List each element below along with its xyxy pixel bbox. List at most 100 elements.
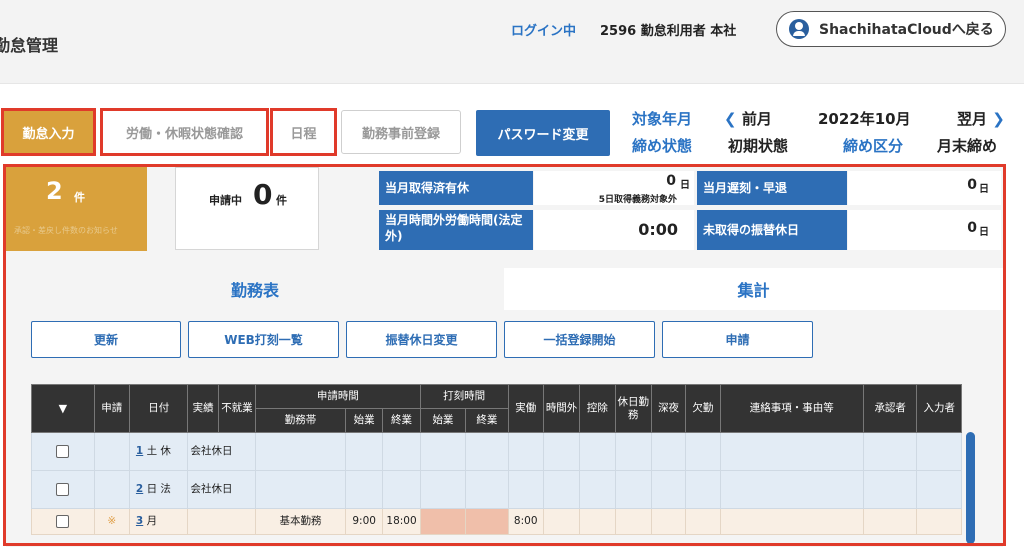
row-checkbox-cell (31, 432, 95, 471)
header-kyujitsu: 休日勤務 (614, 384, 652, 433)
weekday: 月 (146, 515, 158, 527)
back-to-shachihata-button[interactable]: ShachihataCloudへ戻る (776, 11, 1006, 47)
header-jikangai: 時間外 (542, 384, 581, 433)
sort-header[interactable]: ▼ (31, 384, 95, 433)
date-cell: 3 月 (128, 508, 189, 535)
comp-holiday-label: 未取得の振替休日 (697, 210, 847, 250)
web-stamp-list-button[interactable]: WEB打刻一覧 (188, 321, 339, 358)
table-row: ※ 3 月 基本勤務 9:00 18:00 8:00 (31, 508, 962, 535)
prev-month-link[interactable]: ❮ 前月 (724, 108, 772, 129)
kintai-input-button[interactable]: 勤怠入力 (1, 108, 96, 156)
applying-count: 0 (253, 178, 273, 211)
table-row: 2 日 法 会社休日 (31, 470, 962, 509)
row-checkbox-cell (31, 508, 95, 535)
kinmutai-cell: 基本勤務 (255, 508, 346, 535)
start-cell (344, 470, 384, 509)
header-jisseki: 実績 (187, 384, 219, 433)
comp-holiday-cell: 0 日 (848, 210, 1001, 250)
kinmutai-cell (255, 470, 346, 509)
paid-leave-note: 5日取得義務対象外 (598, 195, 677, 205)
furikae-change-button[interactable]: 振替休日変更 (346, 321, 497, 358)
date-link[interactable]: 2 (136, 483, 143, 495)
app-title: 勤怠管理 (0, 36, 59, 55)
dakoku-start-cell (419, 432, 467, 471)
applying-unit: 件 (276, 194, 287, 207)
close-status-value: 初期状態 (728, 137, 789, 155)
date-link[interactable]: 1 (136, 445, 143, 457)
close-type-value: 月末締め (937, 137, 998, 155)
row-checkbox[interactable] (56, 514, 70, 528)
header-nyuryokusha: 入力者 (916, 384, 962, 433)
dakoku-start-cell (419, 508, 467, 535)
late-cell: 0 日 (848, 171, 1001, 205)
nittei-button[interactable]: 日程 (270, 108, 337, 156)
shinsei-cell (93, 470, 130, 509)
vertical-scrollbar[interactable] (966, 432, 975, 544)
overtime-cell: 0:00 (534, 210, 694, 250)
fushugyo-cell: 会社休日 (187, 470, 257, 509)
jitsudo-cell (507, 470, 544, 509)
table-row: 1 土 休 会社休日 (31, 432, 962, 471)
pending-approval-card[interactable]: 2 件 承認・差戻し件数のお知らせ (6, 167, 147, 251)
header-kojo: 控除 (579, 384, 616, 433)
late-value: 0 (967, 177, 977, 193)
apply-button[interactable]: 申請 (662, 321, 813, 358)
dakoku-end-cell (465, 432, 509, 471)
header-renraku: 連絡事項・事由等 (719, 384, 864, 433)
jitsudo-cell: 8:00 (507, 508, 544, 535)
day-type: 法 (160, 483, 171, 495)
user-icon (789, 19, 809, 39)
header-jitsudo: 実働 (507, 384, 544, 433)
header-shinya: 深夜 (650, 384, 687, 433)
login-user-info: 2596 勤怠利用者 本社 (600, 24, 737, 39)
end-cell: 18:00 (382, 508, 421, 535)
date-cell: 1 土 休 (128, 432, 189, 471)
date-link[interactable]: 3 (136, 515, 143, 527)
header-kekkin: 欠勤 (685, 384, 721, 433)
applying-card[interactable]: 申請中 0 件 (175, 167, 319, 250)
jitsudo-cell (507, 432, 544, 471)
paid-leave-value: 0 (666, 173, 676, 189)
login-status-label: ログイン中 (511, 24, 577, 39)
pending-unit: 件 (74, 191, 85, 204)
kinmutai-cell (255, 432, 346, 471)
bulk-register-button[interactable]: 一括登録開始 (504, 321, 655, 358)
tab-shukei[interactable]: 集計 (504, 268, 1003, 310)
shinsei-cell (93, 432, 130, 471)
weekday: 日 (146, 483, 158, 495)
attendance-table: ▼ 申請 日付 実績 不就業 申請時間 打刻時間 実働 時間外 控除 休日勤務 … (31, 384, 962, 535)
header-kinmutai: 勤務帯 (255, 408, 346, 433)
paid-leave-cell: 0 日 5日取得義務対象外 (534, 171, 694, 205)
header-dakoku: 打刻時間 (419, 384, 509, 409)
overtime-value: 0:00 (638, 220, 678, 239)
row-checkbox-cell (31, 470, 95, 509)
next-month-link[interactable]: 翌月 ❯ (957, 108, 1005, 129)
row-checkbox[interactable] (56, 482, 70, 496)
password-change-button[interactable]: パスワード変更 (476, 110, 610, 156)
header-bar: 勤怠管理 ログイン中 2596 勤怠利用者 本社 ShachihataCloud… (0, 0, 1024, 84)
dakoku-end-cell (465, 508, 509, 535)
roudou-kyuka-button[interactable]: 労働・休暇状態確認 (100, 108, 269, 156)
tab-kinmu[interactable]: 勤務表 (6, 268, 504, 310)
note-mark: ※ (107, 515, 117, 527)
start-cell: 9:00 (344, 508, 384, 535)
row-checkbox[interactable] (56, 444, 70, 458)
fushugyo-cell: 会社休日 (187, 432, 257, 471)
chevron-left-icon: ❮ (724, 110, 737, 128)
start-cell (344, 432, 384, 471)
dakoku-start-cell (419, 470, 467, 509)
back-button-label: ShachihataCloudへ戻る (819, 22, 994, 38)
refresh-button[interactable]: 更新 (31, 321, 181, 358)
end-cell (382, 470, 421, 509)
jizen-register-button[interactable]: 勤務事前登録 (341, 110, 461, 154)
header-end: 終業 (382, 408, 421, 433)
header-dakoku-end: 終業 (465, 408, 509, 433)
header-date: 日付 (128, 384, 189, 433)
late-label: 当月遅刻・早退 (697, 171, 847, 205)
header-shinsei-time: 申請時間 (255, 384, 421, 409)
comp-holiday-value: 0 (967, 220, 977, 236)
sort-down-icon: ▼ (58, 401, 68, 415)
chevron-right-icon: ❯ (992, 110, 1005, 128)
end-cell (382, 432, 421, 471)
applying-prefix: 申請中 (209, 194, 242, 207)
